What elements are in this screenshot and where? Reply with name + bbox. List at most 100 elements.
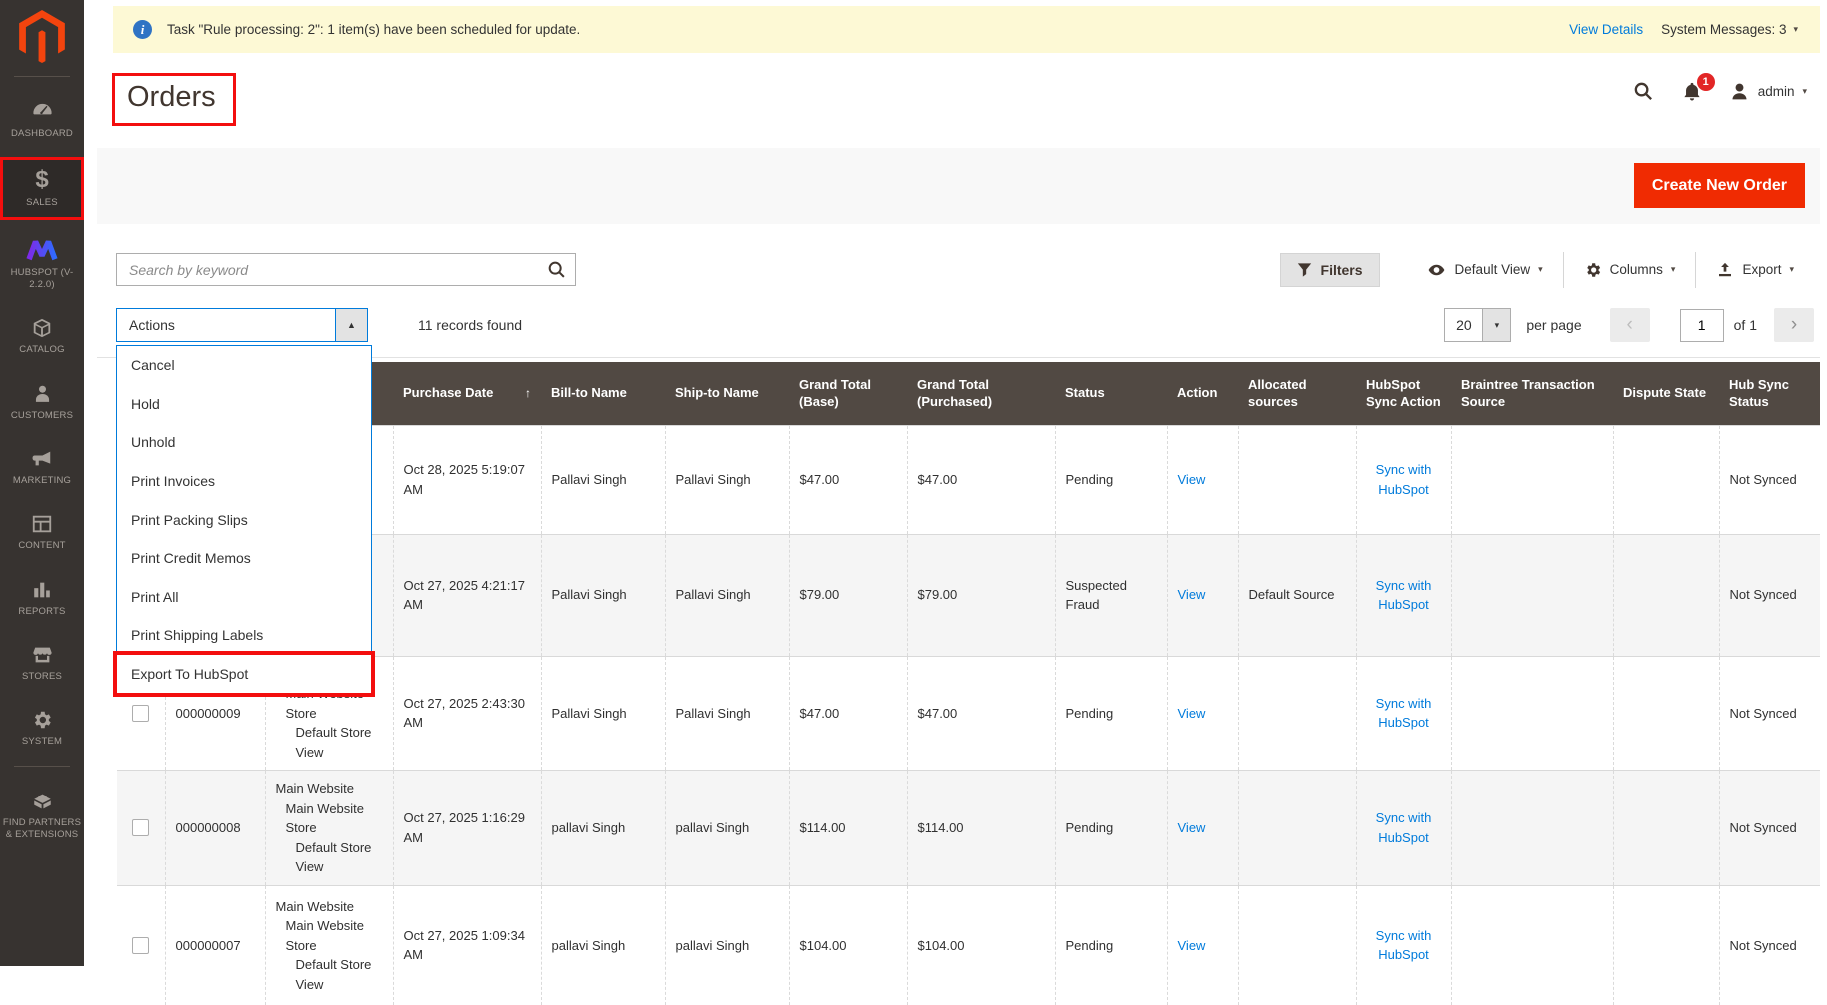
sync-with-hubspot-link[interactable]: Sync with HubSpot [1376, 810, 1432, 845]
sidebar-item-stores[interactable]: STORES [0, 635, 84, 691]
view-details-link[interactable]: View Details [1569, 22, 1643, 37]
menu-item-print-shipping-labels[interactable]: Print Shipping Labels [117, 616, 371, 655]
col-status-header[interactable]: Status [1055, 362, 1167, 425]
col-action-header[interactable]: Action [1167, 362, 1238, 425]
row-checkbox[interactable] [132, 705, 149, 722]
page-title-annotation-box: Orders [112, 73, 236, 126]
notifications-button[interactable]: 1 [1681, 81, 1703, 103]
col-bill-to-header[interactable]: Bill-to Name [541, 362, 665, 425]
search-input[interactable] [117, 254, 575, 285]
sync-with-hubspot-link[interactable]: Sync with HubSpot [1376, 578, 1432, 613]
chevron-down-icon: ▾ [1802, 87, 1807, 96]
col-purchase-date-header[interactable]: Purchase Date ↑ [393, 362, 541, 425]
view-order-link[interactable]: View [1178, 587, 1206, 602]
dispute-state [1613, 656, 1719, 771]
bill-to-name: Pallavi Singh [541, 534, 665, 656]
sidebar-item-system[interactable]: SYSTEM [0, 700, 84, 756]
order-status: Suspected Fraud [1055, 534, 1167, 656]
dispute-state [1613, 425, 1719, 534]
col-grand-total-purchased-header[interactable]: Grand Total (Purchased) [907, 362, 1055, 425]
sidebar-item-reports[interactable]: REPORTS [0, 570, 84, 626]
sidebar-item-content[interactable]: CONTENT [0, 504, 84, 560]
chevron-up-icon: ▲ [347, 320, 356, 330]
hub-sync-status: Not Synced [1719, 656, 1820, 771]
purchase-date: Oct 28, 2025 5:19:07 AM [393, 425, 541, 534]
system-messages-toggle[interactable]: System Messages: 3 ▾ [1661, 22, 1798, 37]
sidebar-item-catalog[interactable]: CATALOG [0, 308, 84, 364]
sync-with-hubspot-link[interactable]: Sync with HubSpot [1376, 462, 1432, 497]
menu-item-hold[interactable]: Hold [117, 385, 371, 424]
create-new-order-button[interactable]: Create New Order [1634, 163, 1805, 208]
view-order-link[interactable]: View [1178, 706, 1206, 721]
row-checkbox[interactable] [132, 819, 149, 836]
sidebar-divider [14, 766, 70, 767]
current-page-input[interactable] [1680, 309, 1724, 342]
sidebar-item-find-partners[interactable]: FIND PARTNERS & EXTENSIONS [0, 781, 84, 850]
actions-select-caret-button[interactable]: ▲ [335, 309, 367, 341]
sync-with-hubspot-link[interactable]: Sync with HubSpot [1376, 696, 1432, 731]
sort-ascending-icon: ↑ [525, 385, 531, 401]
sidebar-item-label: CONTENT [18, 540, 65, 552]
export-control[interactable]: Export ▾ [1696, 261, 1814, 279]
search-submit-button[interactable] [546, 259, 568, 286]
previous-page-button[interactable]: ‹ [1610, 308, 1650, 342]
next-page-button[interactable]: › [1774, 308, 1814, 342]
view-order-link[interactable]: View [1178, 472, 1206, 487]
view-order-link[interactable]: View [1178, 938, 1206, 953]
sidebar-item-dashboard[interactable]: DASHBOARD [0, 91, 84, 148]
chevron-down-icon: ▾ [1671, 265, 1676, 274]
menu-item-export-to-hubspot[interactable]: Export To HubSpot [117, 655, 371, 694]
filters-button[interactable]: Filters [1280, 253, 1380, 287]
menu-item-unhold[interactable]: Unhold [117, 423, 371, 462]
search-icon [1632, 80, 1655, 103]
col-grand-total-base-header[interactable]: Grand Total (Base) [789, 362, 907, 425]
sidebar-item-marketing[interactable]: MARKETING [0, 439, 84, 495]
orders-table: Purchase Date ↑ Bill-to Name Ship-to Nam… [117, 362, 1820, 1005]
sidebar-item-hubspot[interactable]: HUBSPOT (V-2.2.0) [0, 229, 84, 300]
table-row: 000000008 Main Website Main Website Stor… [117, 771, 1820, 886]
global-search-button[interactable] [1632, 80, 1655, 103]
col-ship-to-header[interactable]: Ship-to Name [665, 362, 789, 425]
menu-item-print-packing-slips[interactable]: Print Packing Slips [117, 500, 371, 539]
allocated-sources [1238, 885, 1356, 1005]
magento-logo[interactable] [0, 0, 84, 76]
actions-select-label: Actions [129, 317, 175, 333]
sidebar-item-sales[interactable]: $ SALES [0, 157, 84, 219]
col-braintree-source-header[interactable]: Braintree Transaction Source [1451, 362, 1613, 425]
view-order-link[interactable]: View [1178, 820, 1206, 835]
admin-header-icons: 1 admin ▾ [1632, 80, 1807, 103]
col-dispute-state-header[interactable]: Dispute State [1613, 362, 1719, 425]
order-id: 000000007 [165, 885, 265, 1005]
bill-to-name: pallavi Singh [541, 771, 665, 886]
admin-account-menu[interactable]: admin ▾ [1729, 81, 1807, 102]
grand-total-purchased: $104.00 [907, 885, 1055, 1005]
columns-control[interactable]: Columns ▾ [1564, 261, 1696, 279]
view-switcher-label: Default View [1455, 262, 1531, 277]
per-page-select[interactable]: 20 ▾ [1444, 308, 1511, 342]
extensions-brick-icon [31, 790, 54, 812]
row-checkbox[interactable] [132, 937, 149, 954]
dispute-state [1613, 534, 1719, 656]
records-found-label: 11 records found [418, 317, 522, 333]
funnel-icon [1297, 262, 1312, 278]
menu-item-print-credit-memos[interactable]: Print Credit Memos [117, 539, 371, 578]
ship-to-name: Pallavi Singh [665, 534, 789, 656]
allocated-sources [1238, 425, 1356, 534]
col-allocated-sources-header[interactable]: Allocated sources [1238, 362, 1356, 425]
search-icon [546, 259, 568, 281]
menu-item-print-invoices[interactable]: Print Invoices [117, 462, 371, 501]
sidebar-item-label: HUBSPOT (V-2.2.0) [2, 267, 82, 292]
sidebar-item-customers[interactable]: CUSTOMERS [0, 374, 84, 430]
view-switcher[interactable]: Default View ▾ [1406, 261, 1563, 279]
chevron-down-icon: ▾ [1538, 265, 1543, 274]
per-page-caret-button[interactable]: ▾ [1482, 309, 1510, 341]
menu-item-cancel[interactable]: Cancel [117, 346, 371, 385]
sync-with-hubspot-link[interactable]: Sync with HubSpot [1376, 928, 1432, 963]
actions-select[interactable]: Actions ▲ [116, 308, 368, 342]
purchase-date: Oct 27, 2025 4:21:17 AM [393, 534, 541, 656]
bill-to-name: pallavi Singh [541, 885, 665, 1005]
dispute-state [1613, 885, 1719, 1005]
col-hubspot-sync-action-header[interactable]: HubSpot Sync Action [1356, 362, 1451, 425]
col-hub-sync-status-header[interactable]: Hub Sync Status [1719, 362, 1820, 425]
menu-item-print-all[interactable]: Print All [117, 578, 371, 617]
